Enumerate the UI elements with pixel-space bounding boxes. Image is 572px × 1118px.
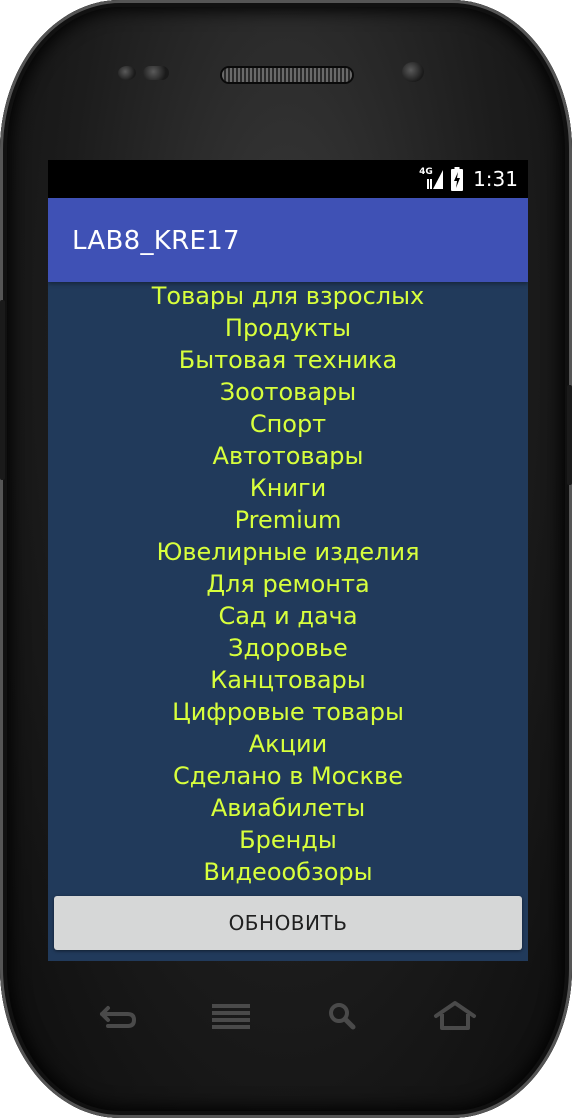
signal-icon: 4G	[419, 167, 445, 191]
list-item[interactable]: Зоотовары	[48, 376, 528, 408]
home-icon[interactable]	[430, 998, 480, 1034]
list-item[interactable]: Авиабилеты	[48, 792, 528, 824]
list-item[interactable]: Видеообзоры	[48, 856, 528, 888]
phone-frame: 4G 1:31 LAB8_KRE17 Товары для взрослых П…	[0, 0, 572, 1118]
back-icon[interactable]	[94, 998, 144, 1034]
list-item[interactable]: Книги	[48, 472, 528, 504]
list-item[interactable]: Сад и дача	[48, 600, 528, 632]
list-item[interactable]: Спорт	[48, 408, 528, 440]
category-list[interactable]: Товары для взрослых Продукты Бытовая техни…	[48, 280, 528, 888]
list-item[interactable]: Здоровье	[48, 632, 528, 664]
list-item[interactable]: Ювелирные изделия	[48, 536, 528, 568]
power-button	[567, 385, 572, 485]
search-icon[interactable]	[318, 998, 368, 1034]
earpiece-speaker	[222, 68, 352, 82]
list-item[interactable]: Premium	[48, 504, 528, 536]
list-item[interactable]: Канцтовары	[48, 664, 528, 696]
list-item[interactable]: Продукты	[48, 312, 528, 344]
status-bar: 4G 1:31	[48, 160, 528, 198]
proximity-sensor	[118, 66, 136, 80]
refresh-button[interactable]: ОБНОВИТЬ	[54, 896, 522, 950]
network-type: 4G	[419, 167, 433, 177]
list-item[interactable]: Бренды	[48, 824, 528, 856]
volume-button	[0, 300, 5, 480]
screen: 4G 1:31 LAB8_KRE17 Товары для взрослых П…	[48, 160, 528, 961]
front-camera	[402, 62, 424, 82]
app-bar: LAB8_KRE17	[48, 198, 528, 282]
list-item[interactable]: Сделано в Москве	[48, 760, 528, 792]
list-item[interactable]: Для ремонта	[48, 568, 528, 600]
list-item[interactable]: Акции	[48, 728, 528, 760]
menu-icon[interactable]	[206, 998, 256, 1034]
battery-charging-icon	[451, 167, 464, 191]
list-item[interactable]: Бытовая техника	[48, 344, 528, 376]
light-sensor	[143, 66, 169, 80]
app-title: LAB8_KRE17	[72, 226, 240, 256]
list-item[interactable]: Цифровые товары	[48, 696, 528, 728]
clock: 1:31	[473, 167, 518, 191]
list-item[interactable]: Товары для взрослых	[48, 280, 528, 312]
refresh-button-label: ОБНОВИТЬ	[228, 911, 348, 935]
list-item[interactable]: Автотовары	[48, 440, 528, 472]
